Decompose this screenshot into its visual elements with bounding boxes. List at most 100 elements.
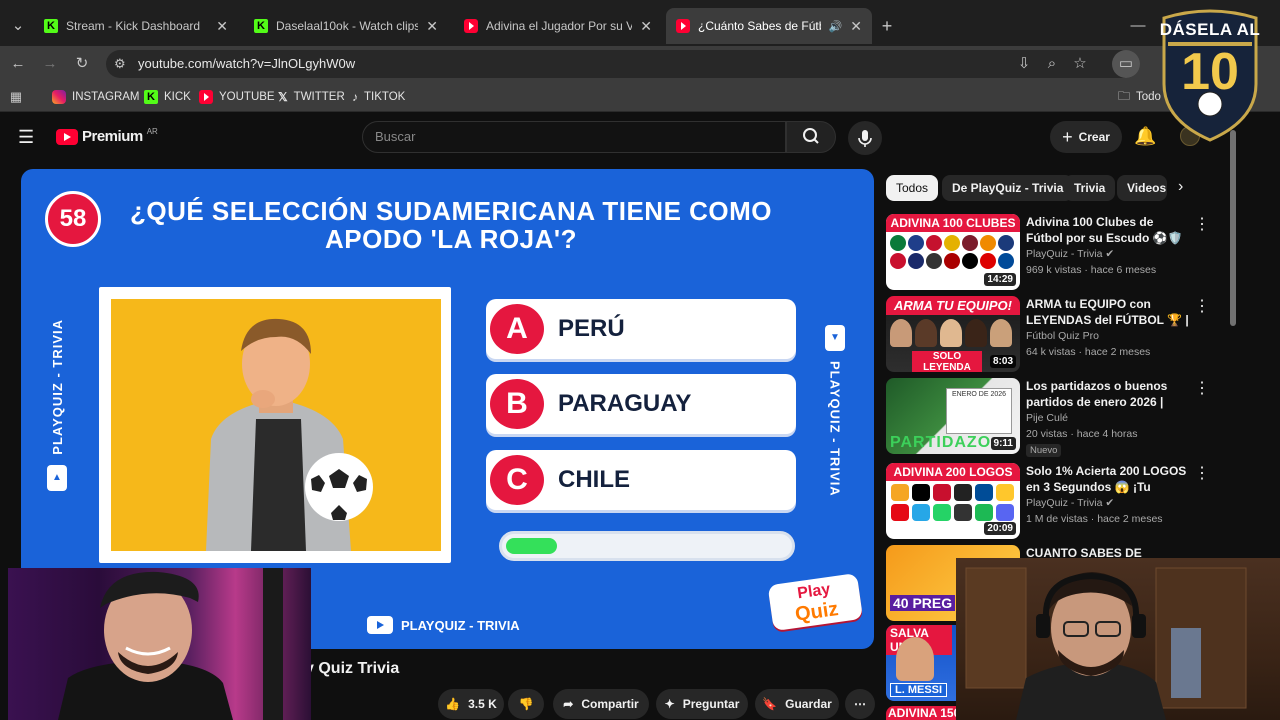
video-title: y Quiz Trivia xyxy=(305,660,400,677)
close-icon[interactable]: ✕ xyxy=(216,18,228,35)
answer-option-a[interactable]: A PERÚ xyxy=(486,299,796,359)
chip-trivia[interactable]: Trivia xyxy=(1064,175,1116,201)
verified-check-icon: ✔ xyxy=(1105,248,1115,260)
answer-option-c[interactable]: C CHILE xyxy=(486,450,796,510)
video-duration: 20:09 xyxy=(984,522,1016,535)
install-app-icon[interactable]: ⇩ xyxy=(1012,52,1036,76)
bookmark-youtube[interactable]: YOUTUBE xyxy=(199,88,275,106)
kick-icon: K xyxy=(254,19,268,33)
webcam-overlay-left xyxy=(8,568,311,720)
bookmark-kick[interactable]: K KICK xyxy=(144,88,191,106)
play-arrow-down-icon: ▼ xyxy=(825,325,845,351)
more-actions-button[interactable]: ⋯ xyxy=(845,689,875,719)
play-arrow-up-icon: ▲ xyxy=(47,464,67,491)
share-button[interactable]: ➦ Compartir xyxy=(553,689,649,719)
recommendation-item[interactable]: ADIVINA 100 CLUBES 14:29 Adivina 100 Clu… xyxy=(886,214,1226,292)
bookmark-twitter[interactable]: 𝕏 TWITTER xyxy=(278,88,345,106)
tab-adivina-jugador[interactable]: Adivina el Jugador Por su Voz ✕ xyxy=(454,8,662,44)
more-vertical-icon[interactable]: ⋮ xyxy=(1194,463,1210,483)
zoom-icon[interactable]: ⌕ xyxy=(1040,52,1064,76)
apps-grid-icon[interactable]: ▦ xyxy=(4,85,28,109)
url-text: youtube.com/watch?v=JlnOLgyhW0w xyxy=(138,56,356,71)
chip-todos[interactable]: Todos xyxy=(886,175,939,201)
forward-arrow-icon[interactable]: → xyxy=(38,52,62,76)
thumbnail-player-face xyxy=(896,637,934,681)
voice-search-button[interactable] xyxy=(848,121,882,155)
tab-search-chevron-icon[interactable]: ⌄ xyxy=(6,14,30,38)
close-icon[interactable]: ✕ xyxy=(640,18,652,35)
channel-name[interactable]: Fútbol Quiz Pro xyxy=(1026,330,1099,342)
video-meta: 20 vistas · hace 4 horas xyxy=(1026,428,1138,440)
recommendation-title[interactable]: Los partidazos o buenos partidos de ener… xyxy=(1026,378,1192,410)
like-button[interactable]: 👍 3.5 K xyxy=(438,689,504,719)
sparkle-icon: ✦ xyxy=(664,697,675,711)
recommendation-item[interactable]: ADIVINA 200 LOGOS 20:09 Solo 1% Acierta … xyxy=(886,463,1226,541)
dislike-button[interactable]: 👎 xyxy=(508,689,544,719)
hamburger-menu-icon[interactable]: ☰ xyxy=(18,128,34,146)
share-arrow-icon: ➦ xyxy=(563,697,574,711)
reload-icon[interactable]: ↻ xyxy=(70,52,94,76)
recommendation-title[interactable]: Adivina 100 Clubes de Fútbol por su Escu… xyxy=(1026,214,1192,246)
logo-number: 10 xyxy=(1181,43,1239,101)
sidebar-scrollbar[interactable] xyxy=(1230,130,1236,326)
save-button[interactable]: 🔖 Guardar xyxy=(755,689,839,719)
bookmark-star-icon[interactable]: ☆ xyxy=(1068,52,1092,76)
speaker-icon[interactable]: 🔊 xyxy=(829,20,843,33)
option-letter: C xyxy=(486,451,548,509)
tab-kick-clips[interactable]: K Daselaal10ok - Watch clips on K ✕ xyxy=(244,8,448,44)
side-label-right: ▼ PLAYQUIZ - TRIVIA xyxy=(825,325,845,525)
microphone-icon xyxy=(858,130,872,147)
new-tab-plus-icon[interactable]: + xyxy=(875,14,899,38)
recommendation-title[interactable]: ARMA tu EQUIPO con LEYENDAS del FÚTBOL 🏆… xyxy=(1026,296,1192,328)
ask-button[interactable]: ✦ Preguntar xyxy=(656,689,748,719)
side-label-text: PLAYQUIZ - TRIVIA xyxy=(827,361,843,497)
recommendation-title[interactable]: Solo 1% Acierta 200 LOGOS en 3 Segundos … xyxy=(1026,463,1192,495)
recommendation-item[interactable]: ARMA TU EQUIPO! SOLO LEYENDA 8:03 ARMA t… xyxy=(886,296,1226,374)
channel-watermark: PLAYQUIZ - TRIVIA xyxy=(367,616,520,634)
chevron-right-icon[interactable]: › xyxy=(1178,178,1183,196)
video-thumbnail: ADIVINA 100 CLUBES 14:29 xyxy=(886,214,1020,290)
bookmark-instagram[interactable]: INSTAGRAM xyxy=(52,88,140,106)
search-button[interactable] xyxy=(786,121,836,153)
channel-name[interactable]: PlayQuiz - Trivia ✔ xyxy=(1026,497,1114,509)
video-thumbnail: ARMA TU EQUIPO! SOLO LEYENDA 8:03 xyxy=(886,296,1020,372)
kick-icon: K xyxy=(144,90,158,104)
create-button[interactable]: + Crear xyxy=(1050,121,1122,153)
address-bar[interactable]: ⚙ youtube.com/watch?v=JlnOLgyhW0w xyxy=(106,50,1140,78)
dasela-al-10-logo: DÁSELA AL 10 xyxy=(1158,8,1262,142)
bookmark-icon: 🔖 xyxy=(762,697,778,711)
save-label: Guardar xyxy=(785,697,832,711)
close-icon[interactable]: ✕ xyxy=(850,18,862,35)
site-settings-icon[interactable]: ⚙ xyxy=(114,50,126,78)
create-label: Crear xyxy=(1078,130,1110,144)
thumbs-down-icon: 👎 xyxy=(518,697,534,711)
thumbnail-text: ARMA TU EQUIPO! xyxy=(886,296,1020,315)
bookmark-tiktok[interactable]: ♪ TIKTOK xyxy=(352,88,405,106)
youtube-premium-logo[interactable]: Premium AR xyxy=(56,127,158,145)
tab-title: Stream - Kick Dashboard xyxy=(66,19,201,33)
watermark-text: PLAYQUIZ - TRIVIA xyxy=(401,617,520,633)
search-input[interactable]: Buscar xyxy=(362,121,786,153)
chip-de-playquiz[interactable]: De PlayQuiz - Trivia xyxy=(942,175,1074,201)
more-vertical-icon[interactable]: ⋮ xyxy=(1194,214,1210,234)
thumbnail-text: PARTIDAZO xyxy=(890,434,992,451)
chip-videos[interactable]: Videos xyxy=(1117,175,1167,201)
side-panel-icon[interactable]: ▭ xyxy=(1112,50,1140,78)
new-badge: Nuevo xyxy=(1026,444,1062,457)
channel-name[interactable]: Pije Culé xyxy=(1026,412,1068,424)
thumbs-up-icon: 👍 xyxy=(445,697,461,711)
close-icon[interactable]: ✕ xyxy=(426,18,438,35)
more-vertical-icon[interactable]: ⋮ xyxy=(1194,296,1210,316)
back-arrow-icon[interactable]: ← xyxy=(6,52,30,76)
recommendation-item[interactable]: ENERO DE 2026 PARTIDAZO 9:11 Los partida… xyxy=(886,378,1226,462)
bookmark-folder-todo[interactable]: 🗀 Todo xyxy=(1118,88,1161,106)
logo-text: Premium xyxy=(82,128,143,145)
tab-cuanto-sabes-futbol[interactable]: ¿Cuánto Sabes de Fútbol? 🔊 ✕ xyxy=(666,8,872,44)
bookmarks-bar xyxy=(0,82,1280,112)
channel-name[interactable]: PlayQuiz - Trivia ✔ xyxy=(1026,248,1114,260)
minimize-icon[interactable]: — xyxy=(1126,14,1150,38)
notifications-bell-icon[interactable]: 🔔 xyxy=(1134,126,1156,147)
more-vertical-icon[interactable]: ⋮ xyxy=(1194,378,1210,398)
answer-option-b[interactable]: B PARAGUAY xyxy=(486,374,796,434)
tab-kick-dashboard[interactable]: K Stream - Kick Dashboard ✕ xyxy=(34,8,238,44)
